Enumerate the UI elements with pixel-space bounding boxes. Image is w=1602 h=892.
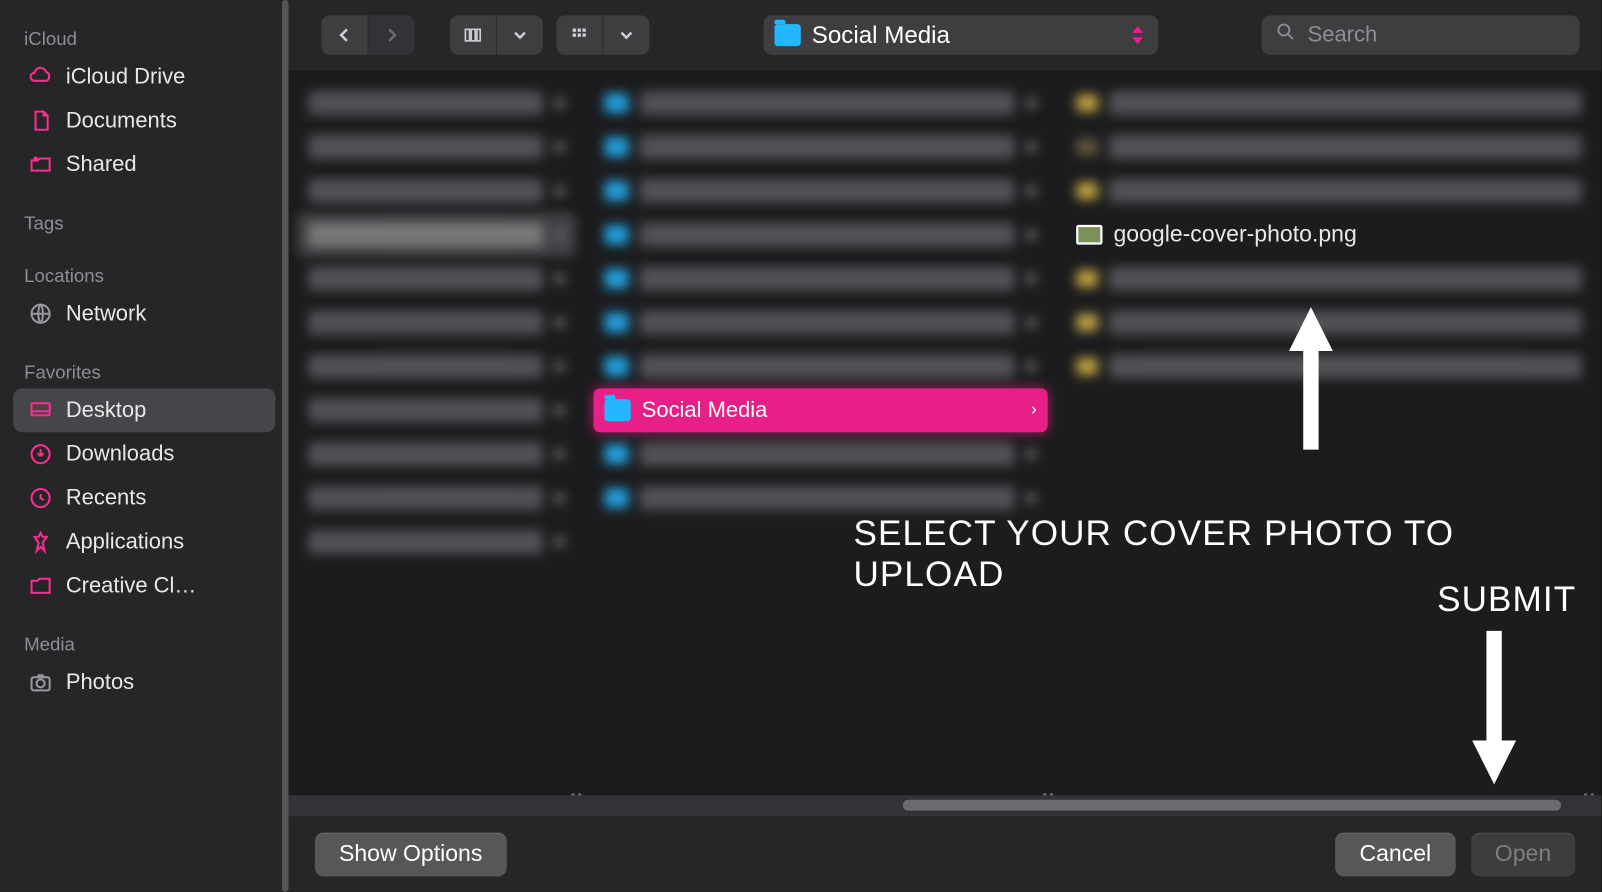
chevron-down-icon xyxy=(602,15,649,54)
column-browser: Social Media › google-cover-photo.png xyxy=(289,70,1602,815)
sidebar-item-label: Applications xyxy=(66,529,184,554)
chevron-down-icon xyxy=(496,15,543,54)
cancel-button[interactable]: Cancel xyxy=(1335,832,1455,876)
sidebar-item-network[interactable]: Network xyxy=(13,292,275,336)
search-icon xyxy=(1275,21,1297,50)
folder-icon xyxy=(26,572,55,601)
sidebar-item-creative-cloud[interactable]: Creative Cl… xyxy=(13,564,275,608)
search-input[interactable]: Search xyxy=(1262,15,1580,54)
globe-icon xyxy=(26,299,55,328)
file-label: google-cover-photo.png xyxy=(1113,222,1356,248)
file-google-cover-photo[interactable]: google-cover-photo.png xyxy=(1065,213,1593,257)
path-label: Social Media xyxy=(812,21,1117,50)
scrollbar-thumb[interactable] xyxy=(903,800,1561,811)
main-panel: Social Media Search xyxy=(289,0,1602,892)
grid-icon xyxy=(556,15,602,54)
forward-button[interactable] xyxy=(367,15,414,54)
updown-icon xyxy=(1128,22,1148,48)
desktop-icon xyxy=(26,396,55,425)
sidebar-group-icloud: iCloud xyxy=(13,22,275,55)
sidebar-group-media: Media xyxy=(13,627,275,660)
finder-window: iCloud iCloud Drive Documents Shared Tag… xyxy=(0,0,1602,892)
sidebar: iCloud iCloud Drive Documents Shared Tag… xyxy=(0,0,289,892)
search-placeholder: Search xyxy=(1308,22,1378,47)
folder-social-media[interactable]: Social Media › xyxy=(593,388,1047,432)
apps-icon xyxy=(26,528,55,557)
folder-icon xyxy=(604,399,630,421)
sidebar-item-applications[interactable]: Applications xyxy=(13,520,275,564)
sidebar-item-recents[interactable]: Recents xyxy=(13,476,275,520)
column-1[interactable] xyxy=(289,70,585,815)
sidebar-item-label: Network xyxy=(66,301,146,326)
horizontal-scrollbar[interactable] xyxy=(289,795,1602,815)
path-selector[interactable]: Social Media xyxy=(764,15,1159,54)
sidebar-item-desktop[interactable]: Desktop xyxy=(13,388,275,432)
column-3[interactable]: google-cover-photo.png xyxy=(1056,70,1601,815)
sidebar-item-photos[interactable]: Photos xyxy=(13,660,275,704)
clock-icon xyxy=(26,484,55,513)
column-2[interactable]: Social Media › xyxy=(585,70,1057,815)
doc-icon xyxy=(26,106,55,135)
sidebar-item-label: Shared xyxy=(66,152,137,177)
folder-label: Social Media xyxy=(642,398,768,423)
sidebar-item-label: Documents xyxy=(66,108,177,133)
folder-icon xyxy=(774,24,800,46)
sidebar-item-label: Photos xyxy=(66,670,134,695)
download-icon xyxy=(26,440,55,469)
sidebar-group-favorites: Favorites xyxy=(13,355,275,388)
sidebar-item-label: iCloud Drive xyxy=(66,64,186,89)
sidebar-item-icloud-drive[interactable]: iCloud Drive xyxy=(13,55,275,99)
group-mode[interactable] xyxy=(556,15,649,54)
cloud-icon xyxy=(26,63,55,92)
sidebar-group-locations: Locations xyxy=(13,259,275,292)
view-mode[interactable] xyxy=(450,15,543,54)
columns-view-icon xyxy=(450,15,496,54)
sidebar-item-label: Creative Cl… xyxy=(66,573,196,598)
footer: Show Options Cancel Open xyxy=(289,815,1602,892)
sidebar-item-downloads[interactable]: Downloads xyxy=(13,432,275,476)
sidebar-item-label: Recents xyxy=(66,485,146,510)
sidebar-item-shared[interactable]: Shared xyxy=(13,143,275,187)
camera-icon xyxy=(26,668,55,697)
nav-buttons xyxy=(321,15,414,54)
toolbar: Social Media Search xyxy=(289,0,1602,70)
chevron-right-icon: › xyxy=(1031,400,1037,420)
open-button[interactable]: Open xyxy=(1471,832,1576,876)
sidebar-item-label: Downloads xyxy=(66,442,175,467)
image-thumbnail-icon xyxy=(1076,225,1102,245)
sidebar-group-tags: Tags xyxy=(13,206,275,239)
sidebar-item-label: Desktop xyxy=(66,398,146,423)
shared-icon xyxy=(26,150,55,179)
back-button[interactable] xyxy=(321,15,367,54)
sidebar-item-documents[interactable]: Documents xyxy=(13,99,275,143)
show-options-button[interactable]: Show Options xyxy=(315,832,507,876)
